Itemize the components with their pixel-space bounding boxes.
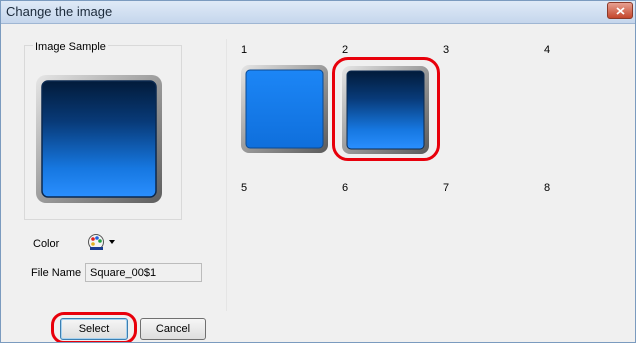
panel-divider (226, 39, 227, 311)
close-icon (616, 7, 625, 15)
grid-number-7: 7 (443, 182, 450, 194)
grid-number-6: 6 (342, 182, 349, 194)
palette-icon (88, 234, 115, 250)
title-bar: Change the image (1, 1, 635, 24)
dialog-window: Change the image Image Sample Color File… (0, 0, 636, 343)
color-label: Color (33, 238, 60, 250)
grid-number-2: 2 (342, 44, 349, 56)
image-sample-preview (36, 75, 162, 203)
selected-tile-highlight-ring (332, 57, 440, 161)
cancel-button[interactable]: Cancel (140, 318, 206, 340)
color-picker-button[interactable] (86, 232, 117, 252)
close-button[interactable] (607, 2, 633, 19)
file-name-field[interactable] (85, 263, 202, 282)
grid-number-1: 1 (241, 44, 248, 56)
grid-number-4: 4 (544, 44, 551, 56)
grid-number-3: 3 (443, 44, 450, 56)
window-title: Change the image (6, 4, 113, 19)
image-tile-1[interactable] (240, 64, 329, 154)
grid-number-8: 8 (544, 182, 551, 194)
image-sample-label: Image Sample (33, 41, 108, 53)
grid-number-5: 5 (241, 182, 248, 194)
select-button[interactable]: Select (60, 318, 128, 340)
file-name-label: File Name (31, 267, 82, 279)
